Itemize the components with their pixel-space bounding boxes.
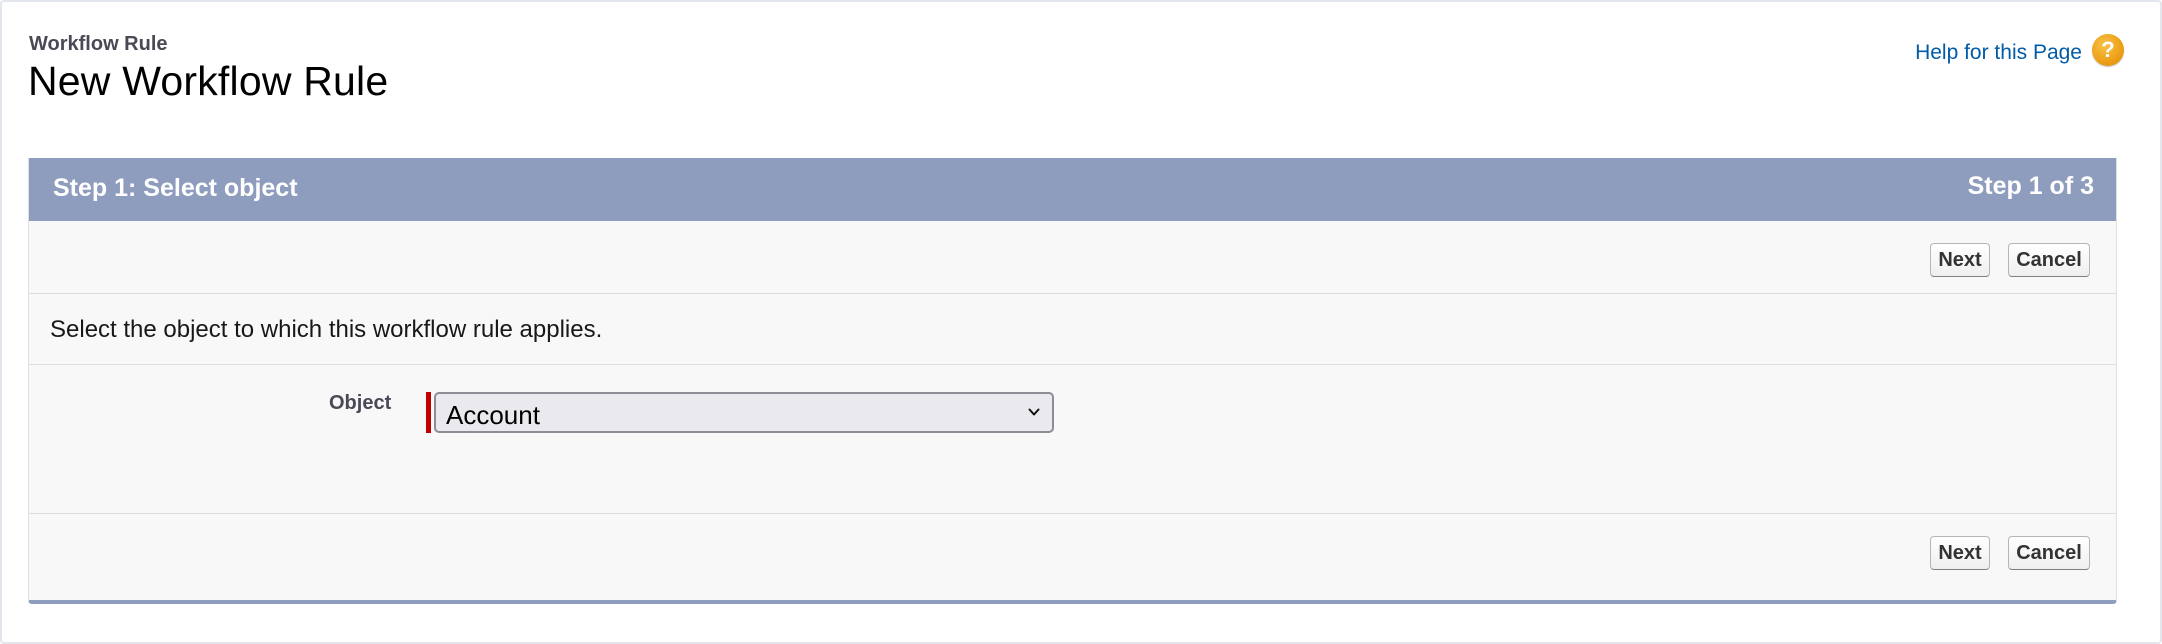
next-button[interactable]: Next xyxy=(1930,536,1990,570)
breadcrumb: Workflow Rule xyxy=(29,33,168,55)
step-header: Step 1: Select object Step 1 of 3 xyxy=(29,158,2116,221)
workflow-rule-page: Workflow Rule New Workflow Rule Help for… xyxy=(0,0,2162,644)
bottom-button-row: Next Cancel xyxy=(29,513,2116,586)
page-title: New Workflow Rule xyxy=(28,58,389,104)
required-marker xyxy=(426,392,431,433)
cancel-button[interactable]: Cancel xyxy=(2008,536,2090,570)
cancel-button[interactable]: Cancel xyxy=(2008,243,2090,277)
instruction-row: Select the object to which this workflow… xyxy=(29,295,2116,365)
chevron-down-icon xyxy=(1028,408,1040,416)
object-select-value: Account xyxy=(446,400,540,430)
question-icon[interactable]: ? xyxy=(2092,34,2124,66)
top-button-row: Next Cancel xyxy=(29,221,2116,294)
instruction-text: Select the object to which this workflow… xyxy=(50,316,603,343)
help-link[interactable]: Help for this Page xyxy=(1915,41,2082,65)
object-label: Object xyxy=(329,392,392,414)
next-button[interactable]: Next xyxy=(1930,243,1990,277)
step-panel: Step 1: Select object Step 1 of 3 Next C… xyxy=(28,158,2117,604)
object-select[interactable]: Account xyxy=(434,392,1054,433)
step-count: Step 1 of 3 xyxy=(1967,172,2094,200)
step-title: Step 1: Select object xyxy=(53,174,298,202)
